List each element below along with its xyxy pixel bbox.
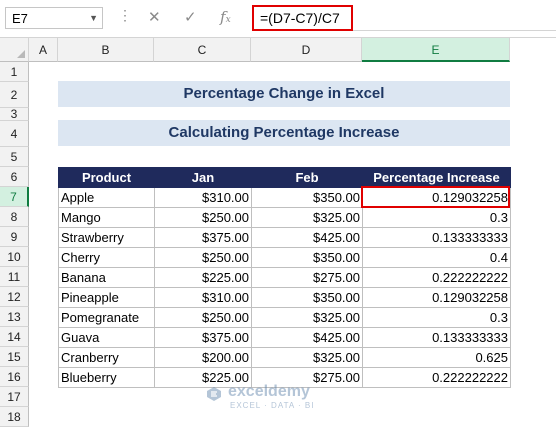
cell-percentage[interactable]: 0.133333333	[362, 327, 511, 348]
column-header-b[interactable]: B	[58, 38, 154, 62]
cell-product[interactable]: Mango	[58, 207, 155, 228]
cell-product[interactable]: Cherry	[58, 247, 155, 268]
cell-percentage[interactable]: 0.129032258	[362, 287, 511, 308]
formula-bar-divider	[353, 30, 556, 31]
column-header-d[interactable]: D	[251, 38, 362, 62]
table-header-row: Product Jan Feb Percentage Increase	[58, 167, 511, 188]
cell-jan[interactable]: $310.00	[154, 287, 252, 308]
column-header-a[interactable]: A	[29, 38, 58, 62]
cell-feb[interactable]: $325.00	[251, 307, 363, 328]
cell-product[interactable]: Guava	[58, 327, 155, 348]
cancel-icon[interactable]: ✕	[148, 8, 161, 26]
cell-jan[interactable]: $250.00	[154, 207, 252, 228]
table-row: Cranberry $200.00 $325.00 0.625	[58, 347, 511, 368]
cell-product[interactable]: Strawberry	[58, 227, 155, 248]
cell-jan[interactable]: $375.00	[154, 227, 252, 248]
select-all-button[interactable]	[0, 38, 29, 62]
table-row: Apple $310.00 $350.00 0.129032258	[58, 187, 511, 208]
name-box[interactable]: E7 ▼	[5, 7, 103, 29]
cell-jan[interactable]: $250.00	[154, 247, 252, 268]
data-table: Product Jan Feb Percentage Increase Appl…	[58, 167, 511, 388]
cell-jan[interactable]: $200.00	[154, 347, 252, 368]
table-row: Banana $225.00 $275.00 0.222222222	[58, 267, 511, 288]
row-header-10[interactable]: 10	[0, 247, 29, 267]
row-header-3[interactable]: 3	[0, 108, 29, 121]
cell-percentage[interactable]: 0.3	[362, 307, 511, 328]
function-icon[interactable]: fx	[220, 8, 231, 26]
cell-product[interactable]: Pineapple	[58, 287, 155, 308]
name-box-value: E7	[12, 11, 28, 26]
exceldemy-logo-icon	[207, 387, 221, 401]
watermark-tagline: EXCEL · DATA · BI	[230, 401, 315, 410]
header-product[interactable]: Product	[58, 167, 155, 188]
formula-input[interactable]: =(D7-C7)/C7	[252, 5, 353, 31]
header-feb[interactable]: Feb	[251, 167, 363, 188]
exceldemy-watermark: exceldemy EXCEL · DATA · BI	[206, 383, 356, 413]
cell-product[interactable]: Apple	[58, 187, 155, 208]
cell-jan[interactable]: $225.00	[154, 267, 252, 288]
row-header-13[interactable]: 13	[0, 307, 29, 327]
table-row: Pineapple $310.00 $350.00 0.129032258	[58, 287, 511, 308]
formula-bar: E7 ▼ ⋮ ✕ ✓ fx =(D7-C7)/C7	[0, 0, 556, 38]
row-header-5[interactable]: 5	[0, 147, 29, 167]
row-header-9[interactable]: 9	[0, 227, 29, 247]
cell-jan[interactable]: $250.00	[154, 307, 252, 328]
cell-jan[interactable]: $310.00	[154, 187, 252, 208]
row-header-18[interactable]: 18	[0, 407, 29, 427]
header-jan[interactable]: Jan	[154, 167, 252, 188]
row-header-7[interactable]: 7	[0, 187, 29, 207]
enter-icon[interactable]: ✓	[184, 8, 197, 26]
formula-text: =(D7-C7)/C7	[260, 10, 340, 26]
cell-percentage[interactable]: 0.3	[362, 207, 511, 228]
cell-percentage[interactable]: 0.222222222	[362, 267, 511, 288]
header-percentage-increase[interactable]: Percentage Increase	[362, 167, 511, 188]
cell-percentage[interactable]: 0.625	[362, 347, 511, 368]
cell-feb[interactable]: $425.00	[251, 227, 363, 248]
row-header-16[interactable]: 16	[0, 367, 29, 387]
cell-product[interactable]: Blueberry	[58, 367, 155, 388]
table-row: Guava $375.00 $425.00 0.133333333	[58, 327, 511, 348]
cell-percentage[interactable]: 0.222222222	[362, 367, 511, 388]
page-title[interactable]: Percentage Change in Excel	[58, 81, 510, 107]
row-header-11[interactable]: 11	[0, 267, 29, 287]
row-header-12[interactable]: 12	[0, 287, 29, 307]
cell-feb[interactable]: $350.00	[251, 247, 363, 268]
table-row: Mango $250.00 $325.00 0.3	[58, 207, 511, 228]
cell-percentage[interactable]: 0.129032258	[362, 187, 511, 208]
column-header-e[interactable]: E	[362, 38, 510, 62]
table-row: Strawberry $375.00 $425.00 0.133333333	[58, 227, 511, 248]
cell-percentage[interactable]: 0.133333333	[362, 227, 511, 248]
row-header-14[interactable]: 14	[0, 327, 29, 347]
row-header-1[interactable]: 1	[0, 62, 29, 82]
watermark-name: exceldemy	[228, 383, 310, 400]
cell-feb[interactable]: $275.00	[251, 267, 363, 288]
cell-product[interactable]: Pomegranate	[58, 307, 155, 328]
cell-feb[interactable]: $325.00	[251, 207, 363, 228]
row-header-4[interactable]: 4	[0, 121, 29, 147]
table-row: Cherry $250.00 $350.00 0.4	[58, 247, 511, 268]
row-header-2[interactable]: 2	[0, 82, 29, 108]
cell-feb[interactable]: $325.00	[251, 347, 363, 368]
cell-feb[interactable]: $350.00	[251, 187, 363, 208]
cell-product[interactable]: Banana	[58, 267, 155, 288]
section-subtitle[interactable]: Calculating Percentage Increase	[58, 120, 510, 146]
cell-product[interactable]: Cranberry	[58, 347, 155, 368]
chevron-down-icon[interactable]: ▼	[89, 13, 98, 23]
cell-percentage[interactable]: 0.4	[362, 247, 511, 268]
cell-jan[interactable]: $375.00	[154, 327, 252, 348]
row-header-8[interactable]: 8	[0, 207, 29, 227]
more-options-icon[interactable]: ⋮	[118, 7, 132, 24]
column-header-c[interactable]: C	[154, 38, 251, 62]
table-row: Pomegranate $250.00 $325.00 0.3	[58, 307, 511, 328]
row-header-15[interactable]: 15	[0, 347, 29, 367]
row-header-17[interactable]: 17	[0, 387, 29, 407]
cell-feb[interactable]: $425.00	[251, 327, 363, 348]
row-header-6[interactable]: 6	[0, 167, 29, 187]
cell-feb[interactable]: $350.00	[251, 287, 363, 308]
